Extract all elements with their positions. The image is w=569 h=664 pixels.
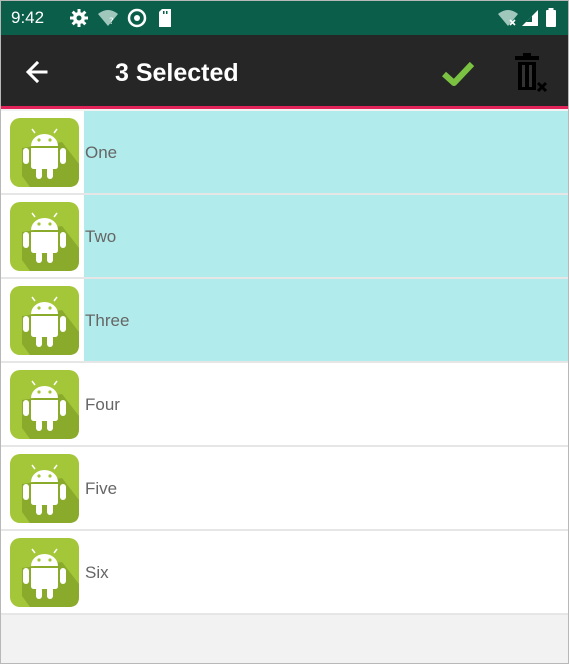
android-app-icon: [10, 286, 79, 355]
android-app-icon: [10, 454, 79, 523]
selection-highlight: [84, 111, 568, 193]
trash-clear-icon: [515, 53, 548, 93]
check-icon: [441, 61, 475, 86]
battery-icon: [545, 8, 557, 33]
action-bar: 3 Selected: [1, 35, 568, 109]
list-item-six[interactable]: Six: [1, 531, 568, 615]
arrow-back-icon: [25, 60, 48, 84]
cell-signal-icon: [521, 8, 539, 33]
list-item-label: One: [85, 143, 118, 162]
status-bar: 9:42 ?: [1, 1, 568, 35]
list-item-label: Six: [85, 563, 109, 582]
selection-title: 3 Selected: [115, 59, 239, 87]
wifi-question-icon: ?: [97, 8, 119, 33]
settings-icon: [69, 8, 89, 33]
toolbar-accent-line: [1, 106, 568, 109]
screen: 9:42 ? 3 Selected One Two Three Four Fiv…: [0, 0, 569, 664]
android-app-icon: [10, 370, 79, 439]
list-item-label: Five: [85, 479, 118, 498]
list-item-label: Three: [85, 311, 130, 330]
android-app-icon: [10, 538, 79, 607]
sd-card-icon: [157, 8, 173, 33]
android-app-icon: [10, 118, 79, 187]
list-item-label: Two: [85, 227, 117, 246]
do-not-disturb-icon: [127, 8, 147, 33]
selection-highlight: [84, 279, 568, 361]
delete-button[interactable]: [509, 53, 551, 97]
back-button[interactable]: [21, 57, 57, 87]
confirm-button[interactable]: [439, 57, 477, 89]
selection-highlight: [84, 195, 568, 277]
empty-area: [1, 615, 568, 663]
list-item-label: Four: [85, 395, 120, 414]
list-item-five[interactable]: Five: [1, 447, 568, 531]
list-item-three[interactable]: Three: [1, 279, 568, 363]
list-item-one[interactable]: One: [1, 111, 568, 195]
status-time: 9:42: [11, 8, 45, 27]
list-item-four[interactable]: Four: [1, 363, 568, 447]
list-item-two[interactable]: Two: [1, 195, 568, 279]
svg-text:?: ?: [109, 17, 114, 27]
wifi-signal-icon: [497, 8, 519, 33]
item-list: One Two Three Four Five Six: [1, 111, 568, 615]
android-app-icon: [10, 202, 79, 271]
